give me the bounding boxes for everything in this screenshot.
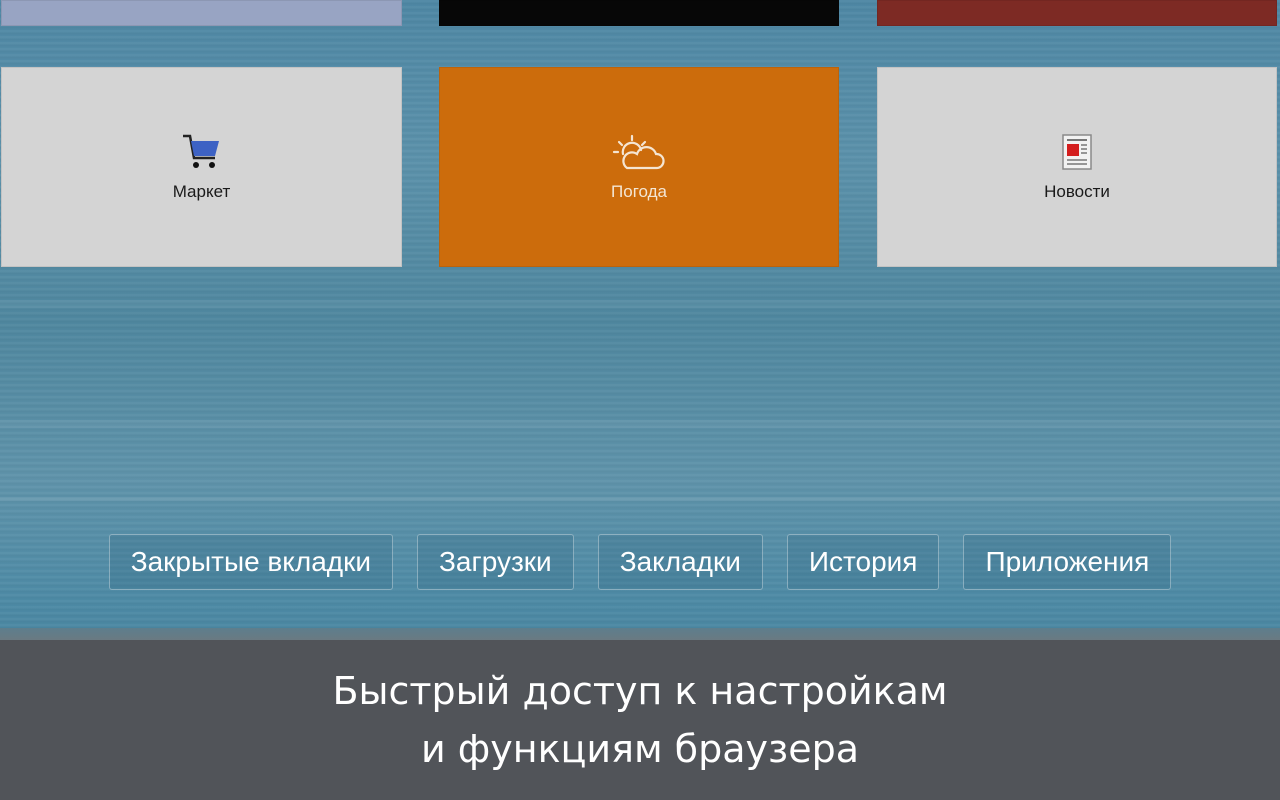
closed-tabs-button[interactable]: Закрытые вкладки	[108, 534, 393, 590]
downloads-button[interactable]: Загрузки	[417, 534, 574, 590]
background-wave	[0, 300, 1280, 308]
browser-new-tab-page: Маркет Погода Новости Закрытые вкладки З…	[0, 0, 1280, 800]
speed-dial-tile-top-1[interactable]	[1, 0, 402, 26]
background-wave	[0, 420, 1280, 428]
speed-dial-tile-news[interactable]: Новости	[877, 67, 1277, 267]
speed-dial-tile-weather[interactable]: Погода	[439, 67, 839, 267]
history-button[interactable]: История	[786, 534, 940, 590]
caption-line-2: и функциям браузера	[420, 727, 860, 771]
speed-dial-tile-top-3[interactable]	[877, 0, 1277, 26]
apps-button[interactable]: Приложения	[963, 534, 1172, 590]
promo-caption-panel: Быстрый доступ к настройкам и функциям б…	[0, 640, 1280, 800]
caption-line-1: Быстрый доступ к настройкам	[332, 669, 948, 713]
tile-label-weather: Погода	[611, 182, 667, 201]
tile-label-news: Новости	[1044, 182, 1110, 201]
weather-sun-cloud-icon	[612, 134, 665, 170]
newspaper-icon	[1062, 134, 1092, 170]
shopping-cart-icon	[182, 134, 219, 168]
speed-dial-tile-market[interactable]: Маркет	[1, 67, 402, 267]
tile-label-market: Маркет	[172, 182, 231, 201]
bookmarks-button[interactable]: Закладки	[597, 534, 763, 590]
background-wave	[0, 497, 1280, 501]
divider	[0, 628, 1280, 640]
quick-access-bar: Закрытые вкладки Загрузки Закладки Истор…	[0, 534, 1280, 590]
speed-dial-tile-top-2[interactable]	[439, 0, 839, 26]
